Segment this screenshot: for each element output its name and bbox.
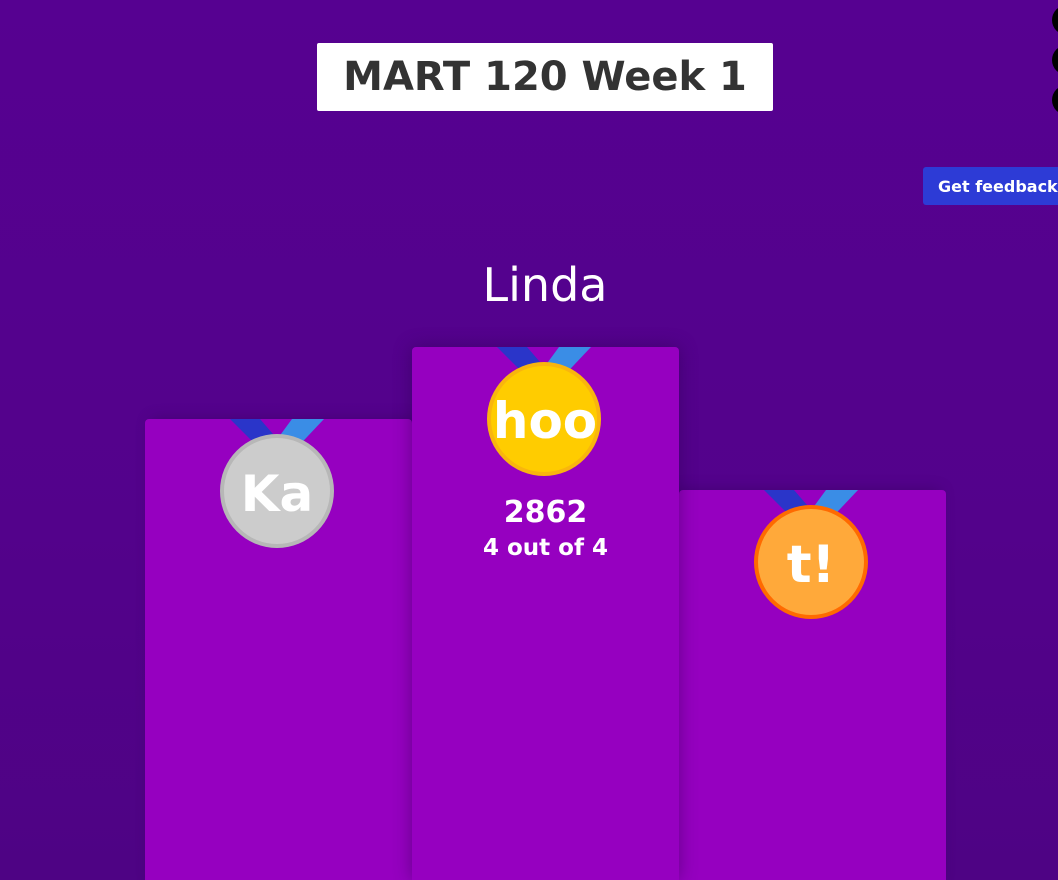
podium-second-place: Ka [145,419,412,880]
bronze-medal-icon: t! [754,490,870,625]
medal-letters: t! [787,535,836,595]
more-options-menu[interactable] [1052,5,1058,115]
gold-medal-icon: hoo [487,347,603,482]
silver-medal-icon: Ka [220,419,336,554]
medal-letters: Ka [241,465,314,523]
dot-icon [1052,45,1058,75]
winner-name: Linda [482,258,608,312]
winner-correct-answers: 4 out of 4 [482,535,608,561]
dot-icon [1052,5,1058,35]
dot-icon [1052,85,1058,115]
game-title: MART 120 Week 1 [343,54,747,100]
medal-letters: hoo [493,392,597,450]
game-title-box: MART 120 Week 1 [317,43,773,111]
podium-first-place: hoo 2862 4 out of 4 [412,347,679,880]
winner-score: 2862 [503,495,588,530]
podium-third-place: t! [679,490,946,880]
get-feedback-button[interactable]: Get feedback [923,167,1058,205]
